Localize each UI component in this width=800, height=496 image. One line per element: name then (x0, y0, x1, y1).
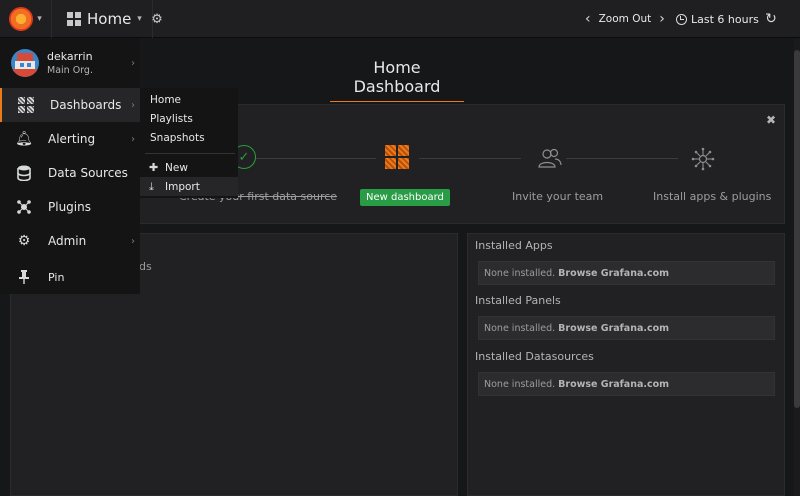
sidemenu-item-data-sources[interactable]: Data Sources (0, 156, 140, 190)
zoom-out-button[interactable]: Zoom Out (599, 13, 652, 25)
sidemenu-item-label: Plugins (48, 200, 91, 214)
submenu-item-new[interactable]: ✚ New (140, 158, 238, 177)
time-range-label: Last 6 hours (691, 12, 759, 26)
bell-icon: 🔔︎ (15, 131, 33, 147)
browse-grafana-link[interactable]: Browse Grafana.com (558, 379, 669, 390)
progress-line (256, 158, 376, 159)
chevron-right-icon: › (131, 235, 135, 247)
sidemenu-item-dashboards[interactable]: Dashboards › (0, 88, 140, 122)
time-shift-forward-icon[interactable]: › (659, 11, 665, 27)
new-dashboard-icon (385, 145, 409, 169)
submenu-item-snapshots[interactable]: Snapshots (150, 132, 205, 144)
sidemenu-item-pin[interactable]: Pin (0, 260, 140, 294)
sidemenu-item-admin[interactable]: ⚙ Admin › (0, 224, 140, 258)
submenu-item-home[interactable]: Home (150, 94, 181, 106)
dashboard-grid-icon (67, 12, 81, 26)
browse-grafana-link[interactable]: Browse Grafana.com (558, 323, 669, 334)
chevron-right-icon: › (131, 57, 135, 69)
side-menu: dekarrin Main Org. › Dashboards › 🔔︎ Ale… (0, 38, 140, 294)
user-profile-item[interactable]: dekarrin Main Org. › (0, 38, 140, 88)
time-shift-back-icon[interactable]: ‹ (585, 11, 591, 27)
sidemenu-item-label: Data Sources (48, 166, 128, 180)
none-installed-text: None installed. (484, 378, 556, 390)
caret-down-icon: ▾ (137, 14, 142, 24)
download-icon: ⤓ (149, 179, 154, 193)
time-picker-button[interactable]: Last 6 hours (676, 0, 759, 38)
installed-datasources-row: None installed. Browse Grafana.com (478, 372, 775, 396)
plus-icon: ✚ (149, 161, 159, 174)
caret-down-icon: ▾ (37, 14, 42, 24)
new-dashboard-button[interactable]: New dashboard (360, 189, 450, 206)
submenu-divider (145, 153, 235, 154)
refresh-icon[interactable]: ↻ (762, 0, 780, 38)
clock-icon (676, 13, 687, 25)
plugins-network-icon (691, 147, 715, 171)
dashboard-title: Home Dashboard (330, 58, 464, 102)
step-invite-team-label[interactable]: Invite your team (512, 190, 603, 203)
installed-apps-heading: Installed Apps (475, 239, 553, 252)
sidemenu-item-alerting[interactable]: 🔔︎ Alerting › (0, 122, 140, 156)
installed-apps-row: None installed. Browse Grafana.com (478, 261, 775, 285)
dashboards-icon (2, 97, 50, 113)
chevron-right-icon: › (131, 133, 135, 145)
time-zoom-controls: ‹ Zoom Out › (585, 0, 665, 38)
step-install-plugins-label[interactable]: Install apps & plugins (653, 190, 771, 203)
progress-line (419, 158, 521, 159)
sidemenu-item-label: Alerting (48, 132, 96, 146)
installed-datasources-heading: Installed Datasources (475, 350, 594, 363)
grafana-logo-icon (9, 7, 34, 31)
grafana-logo-menu-button[interactable]: ▾ (0, 0, 52, 38)
sidemenu-item-plugins[interactable]: Plugins (0, 190, 140, 224)
browse-grafana-link[interactable]: Browse Grafana.com (558, 268, 669, 279)
dashboard-settings-gear-icon[interactable]: ⚙ (144, 0, 170, 38)
pin-icon (0, 270, 48, 284)
submenu-item-playlists[interactable]: Playlists (150, 113, 193, 125)
users-icon (538, 148, 562, 168)
user-name: dekarrin (47, 50, 93, 63)
submenu-item-label: New (165, 161, 188, 174)
dashboard-picker-label: Home (87, 10, 132, 28)
dashboard-picker-button[interactable]: Home ▾ (57, 0, 153, 38)
cogs-icon: ⚙ (17, 233, 31, 249)
submenu-item-label: Import (165, 180, 200, 193)
none-installed-text: None installed. (484, 267, 556, 279)
database-icon (0, 165, 48, 181)
submenu-item-import[interactable]: ⤓ Import (140, 177, 238, 196)
top-navbar: ▾ Home ▾ ⚙ ‹ Zoom Out › Last 6 hours ↻ (0, 0, 800, 38)
close-icon[interactable]: ✖ (766, 113, 776, 127)
installed-panels-row: None installed. Browse Grafana.com (478, 316, 775, 340)
sidemenu-item-label: Pin (48, 270, 65, 284)
plugins-list-panel: Installed Apps None installed. Browse Gr… (467, 233, 785, 496)
page-scrollbar-thumb[interactable] (794, 50, 800, 408)
sidemenu-item-label: Admin (48, 234, 87, 248)
user-org: Main Org. (47, 65, 93, 76)
plugins-icon (0, 199, 48, 215)
dashboards-submenu: Home Playlists Snapshots ✚ New ⤓ Import (140, 88, 238, 198)
chevron-right-icon: › (131, 99, 135, 111)
none-installed-text: None installed. (484, 322, 556, 334)
avatar (11, 49, 39, 77)
panel-heading-fragment: ds (139, 260, 152, 273)
sidemenu-item-label: Dashboards (50, 98, 122, 112)
installed-panels-heading: Installed Panels (475, 294, 561, 307)
progress-line (566, 158, 678, 159)
